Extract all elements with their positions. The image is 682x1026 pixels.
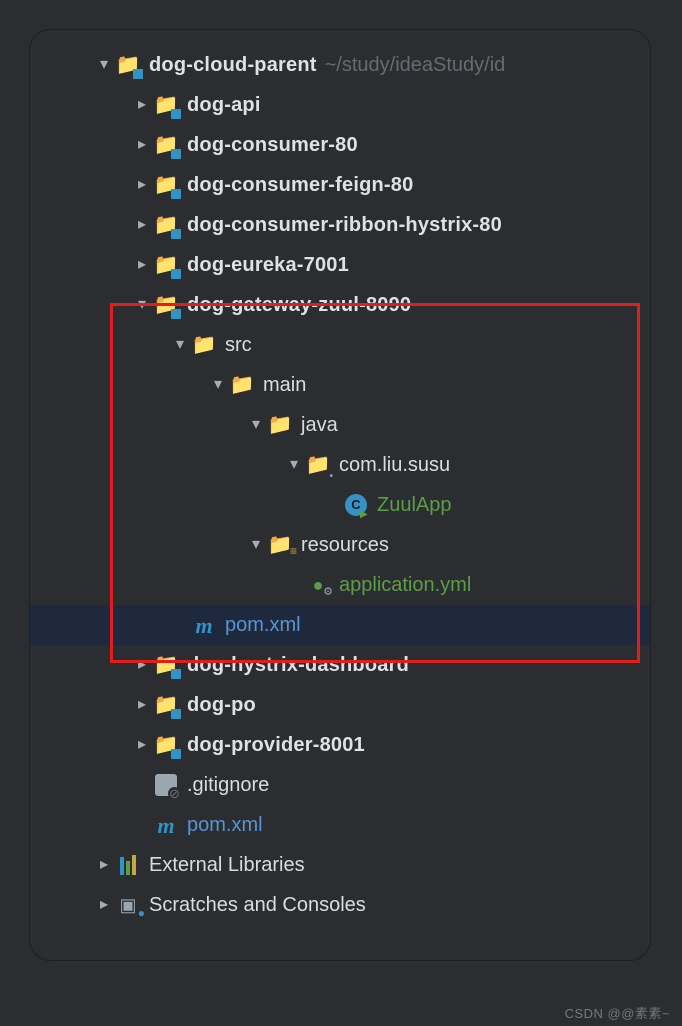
module-folder-icon: 📁 xyxy=(153,172,179,198)
module-label: dog-api xyxy=(187,90,261,120)
main-folder-row[interactable]: ▾ 📁 main xyxy=(30,365,650,405)
chevron-down-icon[interactable]: ▾ xyxy=(93,53,115,77)
gitignore-icon xyxy=(153,772,179,798)
scratches-row[interactable]: ▸ ▣ Scratches and Consoles xyxy=(30,885,650,925)
project-tree-panel: ▾ 📁 dog-cloud-parent ~/study/ideaStudy/i… xyxy=(30,30,650,960)
chevron-down-icon[interactable]: ▾ xyxy=(207,373,229,397)
class-name: ZuulApp xyxy=(377,490,452,520)
java-class-run-icon xyxy=(343,492,369,518)
root-pom-row[interactable]: m pom.xml xyxy=(30,805,650,845)
chevron-right-icon[interactable]: ▸ xyxy=(131,693,153,717)
module-label: dog-eureka-7001 xyxy=(187,250,349,280)
module-row[interactable]: ▸ 📁 dog-consumer-ribbon-hystrix-80 xyxy=(30,205,650,245)
module-folder-icon: 📁 xyxy=(153,252,179,278)
folder-icon: 📁 xyxy=(229,372,255,398)
src-folder-row[interactable]: ▾ 📁 src xyxy=(30,325,650,365)
module-folder-icon: 📁 xyxy=(153,292,179,318)
project-name: dog-cloud-parent xyxy=(149,50,317,80)
module-folder-icon: 📁 xyxy=(153,692,179,718)
folder-label: java xyxy=(301,410,338,440)
chevron-right-icon[interactable]: ▸ xyxy=(131,93,153,117)
module-folder-icon: 📁 xyxy=(153,212,179,238)
module-row[interactable]: ▸ 📁 dog-api xyxy=(30,85,650,125)
file-name: application.yml xyxy=(339,570,471,600)
module-folder-icon: 📁 xyxy=(153,652,179,678)
module-row-expanded[interactable]: ▾ 📁 dog-gateway-zuul-8090 xyxy=(30,285,650,325)
folder-label: src xyxy=(225,330,252,360)
chevron-down-icon[interactable]: ▾ xyxy=(131,293,153,317)
java-folder-row[interactable]: ▾ 📁 java xyxy=(30,405,650,445)
module-folder-icon: 📁 xyxy=(153,92,179,118)
package-icon: 📁 xyxy=(305,452,331,478)
module-row[interactable]: ▸ 📁 dog-consumer-80 xyxy=(30,125,650,165)
root-project-row[interactable]: ▾ 📁 dog-cloud-parent ~/study/ideaStudy/i… xyxy=(30,45,650,85)
chevron-right-icon[interactable]: ▸ xyxy=(93,893,115,917)
module-label: dog-provider-8001 xyxy=(187,730,365,760)
chevron-right-icon[interactable]: ▸ xyxy=(131,213,153,237)
chevron-right-icon[interactable]: ▸ xyxy=(131,253,153,277)
chevron-down-icon[interactable]: ▾ xyxy=(245,533,267,557)
file-name: pom.xml xyxy=(187,810,263,840)
module-label: dog-consumer-ribbon-hystrix-80 xyxy=(187,210,502,240)
module-row[interactable]: ▸ 📁 dog-hystrix-dashboard xyxy=(30,645,650,685)
folder-label: resources xyxy=(301,530,389,560)
source-folder-icon: 📁 xyxy=(267,412,293,438)
file-name: .gitignore xyxy=(187,770,269,800)
project-tree[interactable]: ▾ 📁 dog-cloud-parent ~/study/ideaStudy/i… xyxy=(30,30,650,925)
external-libraries-row[interactable]: ▸ External Libraries xyxy=(30,845,650,885)
scratches-icon: ▣ xyxy=(115,892,141,918)
scratches-label: Scratches and Consoles xyxy=(149,890,366,920)
project-path: ~/study/ideaStudy/id xyxy=(325,50,506,80)
module-label: dog-gateway-zuul-8090 xyxy=(187,290,411,320)
chevron-down-icon[interactable]: ▾ xyxy=(245,413,267,437)
chevron-down-icon[interactable]: ▾ xyxy=(283,453,305,477)
module-folder-icon: 📁 xyxy=(115,52,141,78)
file-name: pom.xml xyxy=(225,610,301,640)
module-folder-icon: 📁 xyxy=(153,132,179,158)
resources-folder-icon: 📁 xyxy=(267,532,293,558)
yml-file-row[interactable]: ● application.yml xyxy=(30,565,650,605)
chevron-right-icon[interactable]: ▸ xyxy=(131,133,153,157)
pom-file-row-selected[interactable]: m pom.xml xyxy=(30,605,650,645)
spring-config-icon: ● xyxy=(305,572,331,598)
module-label: dog-po xyxy=(187,690,256,720)
package-label: com.liu.susu xyxy=(339,450,450,480)
class-file-row[interactable]: ZuulApp xyxy=(30,485,650,525)
module-folder-icon: 📁 xyxy=(153,732,179,758)
resources-folder-row[interactable]: ▾ 📁 resources xyxy=(30,525,650,565)
watermark: CSDN @@素素~ xyxy=(565,1003,670,1022)
module-label: dog-hystrix-dashboard xyxy=(187,650,409,680)
chevron-down-icon[interactable]: ▾ xyxy=(169,333,191,357)
external-libraries-label: External Libraries xyxy=(149,850,305,880)
module-label: dog-consumer-80 xyxy=(187,130,358,160)
chevron-right-icon[interactable]: ▸ xyxy=(131,173,153,197)
gitignore-row[interactable]: .gitignore xyxy=(30,765,650,805)
chevron-right-icon[interactable]: ▸ xyxy=(93,853,115,877)
folder-label: main xyxy=(263,370,306,400)
chevron-right-icon[interactable]: ▸ xyxy=(131,653,153,677)
chevron-right-icon[interactable]: ▸ xyxy=(131,733,153,757)
module-row[interactable]: ▸ 📁 dog-eureka-7001 xyxy=(30,245,650,285)
maven-icon: m xyxy=(191,612,217,638)
folder-icon: 📁 xyxy=(191,332,217,358)
maven-icon: m xyxy=(153,812,179,838)
module-label: dog-consumer-feign-80 xyxy=(187,170,413,200)
package-row[interactable]: ▾ 📁 com.liu.susu xyxy=(30,445,650,485)
module-row[interactable]: ▸ 📁 dog-provider-8001 xyxy=(30,725,650,765)
module-row[interactable]: ▸ 📁 dog-consumer-feign-80 xyxy=(30,165,650,205)
libraries-icon xyxy=(115,852,141,878)
module-row[interactable]: ▸ 📁 dog-po xyxy=(30,685,650,725)
